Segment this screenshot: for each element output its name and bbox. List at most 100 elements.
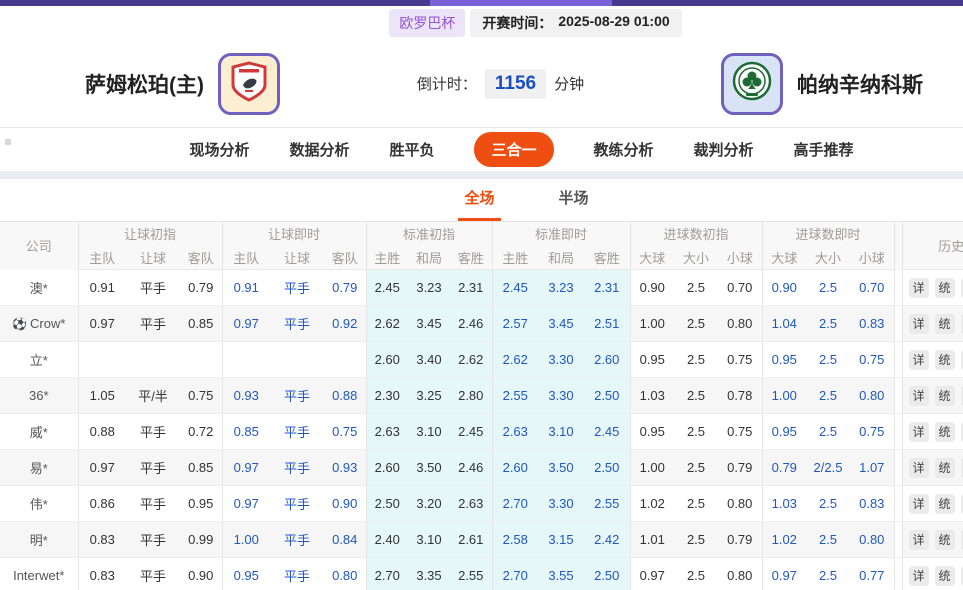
odds-cell[interactable]: 1.02 (762, 522, 806, 558)
odds-cell[interactable]: 0.95 (222, 558, 270, 590)
odds-cell[interactable]: 2.55 (492, 378, 538, 414)
stats-button[interactable]: 统 (935, 494, 955, 514)
odds-cell[interactable]: 2.45 (584, 414, 630, 450)
tab-expert-picks[interactable]: 高手推荐 (794, 139, 854, 160)
odds-cell[interactable]: 0.75 (850, 342, 894, 378)
odds-cell[interactable]: 3.30 (538, 378, 584, 414)
odds-cell[interactable]: 0.97 (222, 306, 270, 342)
odds-cell[interactable]: 3.10 (538, 414, 584, 450)
stats-button[interactable]: 统 (935, 422, 955, 442)
odds-cell[interactable]: 0.97 (222, 450, 270, 486)
odds-cell[interactable]: 1.07 (850, 450, 894, 486)
stats-button[interactable]: 统 (935, 314, 955, 334)
odds-cell[interactable]: 0.75 (850, 414, 894, 450)
odds-cell[interactable]: 0.93 (222, 378, 270, 414)
odds-cell[interactable]: 0.79 (324, 270, 366, 306)
odds-cell[interactable]: 2.5 (806, 342, 850, 378)
tab-data-analysis[interactable]: 数据分析 (289, 139, 349, 160)
odds-cell[interactable]: 0.70 (850, 270, 894, 306)
odds-cell[interactable]: 平手 (270, 306, 324, 342)
tab-coach-analysis[interactable]: 教练分析 (594, 139, 654, 160)
stats-button[interactable]: 统 (935, 350, 955, 370)
odds-cell[interactable]: 2.5 (806, 414, 850, 450)
odds-cell[interactable]: 2.50 (584, 378, 630, 414)
odds-cell[interactable]: 2.60 (492, 450, 538, 486)
odds-cell[interactable]: 3.23 (538, 270, 584, 306)
odds-cell[interactable]: 2.58 (492, 522, 538, 558)
odds-cell[interactable]: 2.42 (584, 522, 630, 558)
odds-cell[interactable]: 0.91 (222, 270, 270, 306)
odds-cell[interactable]: 3.50 (538, 450, 584, 486)
odds-cell[interactable]: 0.88 (324, 378, 366, 414)
odds-cell[interactable]: 1.04 (762, 306, 806, 342)
odds-cell[interactable]: 2.55 (584, 486, 630, 522)
odds-cell[interactable]: 3.15 (538, 522, 584, 558)
stats-button[interactable]: 统 (935, 386, 955, 406)
odds-cell[interactable]: 2.5 (806, 378, 850, 414)
odds-cell[interactable]: 2.5 (806, 486, 850, 522)
odds-cell[interactable]: 0.95 (762, 342, 806, 378)
stats-button[interactable]: 统 (935, 278, 955, 298)
odds-cell[interactable]: 2.63 (492, 414, 538, 450)
odds-cell[interactable]: 2.50 (584, 450, 630, 486)
odds-cell[interactable]: 0.93 (324, 450, 366, 486)
odds-cell[interactable]: 0.97 (222, 486, 270, 522)
detail-button[interactable]: 详 (909, 566, 929, 586)
odds-cell[interactable]: 2.5 (806, 306, 850, 342)
odds-cell[interactable]: 0.97 (762, 558, 806, 590)
odds-cell[interactable]: 0.85 (222, 414, 270, 450)
subtab-full-match[interactable]: 全场 (458, 187, 500, 221)
odds-cell[interactable]: 平手 (270, 522, 324, 558)
odds-cell[interactable]: 0.83 (850, 486, 894, 522)
stats-button[interactable]: 统 (935, 530, 955, 550)
odds-cell[interactable]: 平手 (270, 378, 324, 414)
detail-button[interactable]: 详 (909, 530, 929, 550)
stats-button[interactable]: 统 (935, 458, 955, 478)
odds-cell[interactable]: 2/2.5 (806, 450, 850, 486)
odds-cell[interactable]: 平手 (270, 414, 324, 450)
odds-cell[interactable]: 3.30 (538, 486, 584, 522)
odds-cell[interactable]: 0.75 (324, 414, 366, 450)
odds-cell[interactable]: 平手 (270, 270, 324, 306)
odds-cell[interactable]: 0.80 (850, 522, 894, 558)
odds-cell[interactable]: 0.90 (324, 486, 366, 522)
odds-cell[interactable]: 0.84 (324, 522, 366, 558)
detail-button[interactable]: 详 (909, 278, 929, 298)
odds-cell[interactable]: 0.92 (324, 306, 366, 342)
odds-cell[interactable]: 0.90 (762, 270, 806, 306)
stats-button[interactable]: 统 (935, 566, 955, 586)
odds-cell[interactable]: 0.80 (850, 378, 894, 414)
tab-referee-analysis[interactable]: 裁判分析 (694, 139, 754, 160)
odds-cell[interactable]: 2.5 (806, 558, 850, 590)
detail-button[interactable]: 详 (909, 350, 929, 370)
odds-cell[interactable]: 2.62 (492, 342, 538, 378)
odds-cell[interactable]: 平手 (270, 486, 324, 522)
odds-cell[interactable]: 0.95 (762, 414, 806, 450)
odds-cell[interactable]: 2.31 (584, 270, 630, 306)
odds-cell[interactable]: 1.00 (222, 522, 270, 558)
odds-cell[interactable]: 1.03 (762, 486, 806, 522)
detail-button[interactable]: 详 (909, 422, 929, 442)
odds-cell[interactable]: 0.80 (324, 558, 366, 590)
odds-cell[interactable]: 2.60 (584, 342, 630, 378)
odds-cell[interactable]: 2.50 (584, 558, 630, 590)
odds-cell[interactable]: 3.30 (538, 342, 584, 378)
tab-three-in-one[interactable]: 三合一 (474, 132, 553, 167)
odds-cell[interactable]: 2.57 (492, 306, 538, 342)
odds-cell[interactable]: 0.77 (850, 558, 894, 590)
tab-live-analysis[interactable]: 现场分析 (189, 139, 249, 160)
odds-cell[interactable]: 2.51 (584, 306, 630, 342)
odds-cell[interactable]: 2.45 (492, 270, 538, 306)
odds-cell[interactable]: 2.70 (492, 558, 538, 590)
odds-cell[interactable]: 2.5 (806, 270, 850, 306)
odds-cell[interactable]: 2.70 (492, 486, 538, 522)
odds-cell[interactable]: 2.5 (806, 522, 850, 558)
detail-button[interactable]: 详 (909, 386, 929, 406)
detail-button[interactable]: 详 (909, 314, 929, 334)
detail-button[interactable]: 详 (909, 458, 929, 478)
odds-cell[interactable]: 1.00 (762, 378, 806, 414)
tab-win-draw-lose[interactable]: 胜平负 (389, 139, 434, 160)
odds-cell[interactable]: 0.83 (850, 306, 894, 342)
odds-cell[interactable]: 0.79 (762, 450, 806, 486)
detail-button[interactable]: 详 (909, 494, 929, 514)
